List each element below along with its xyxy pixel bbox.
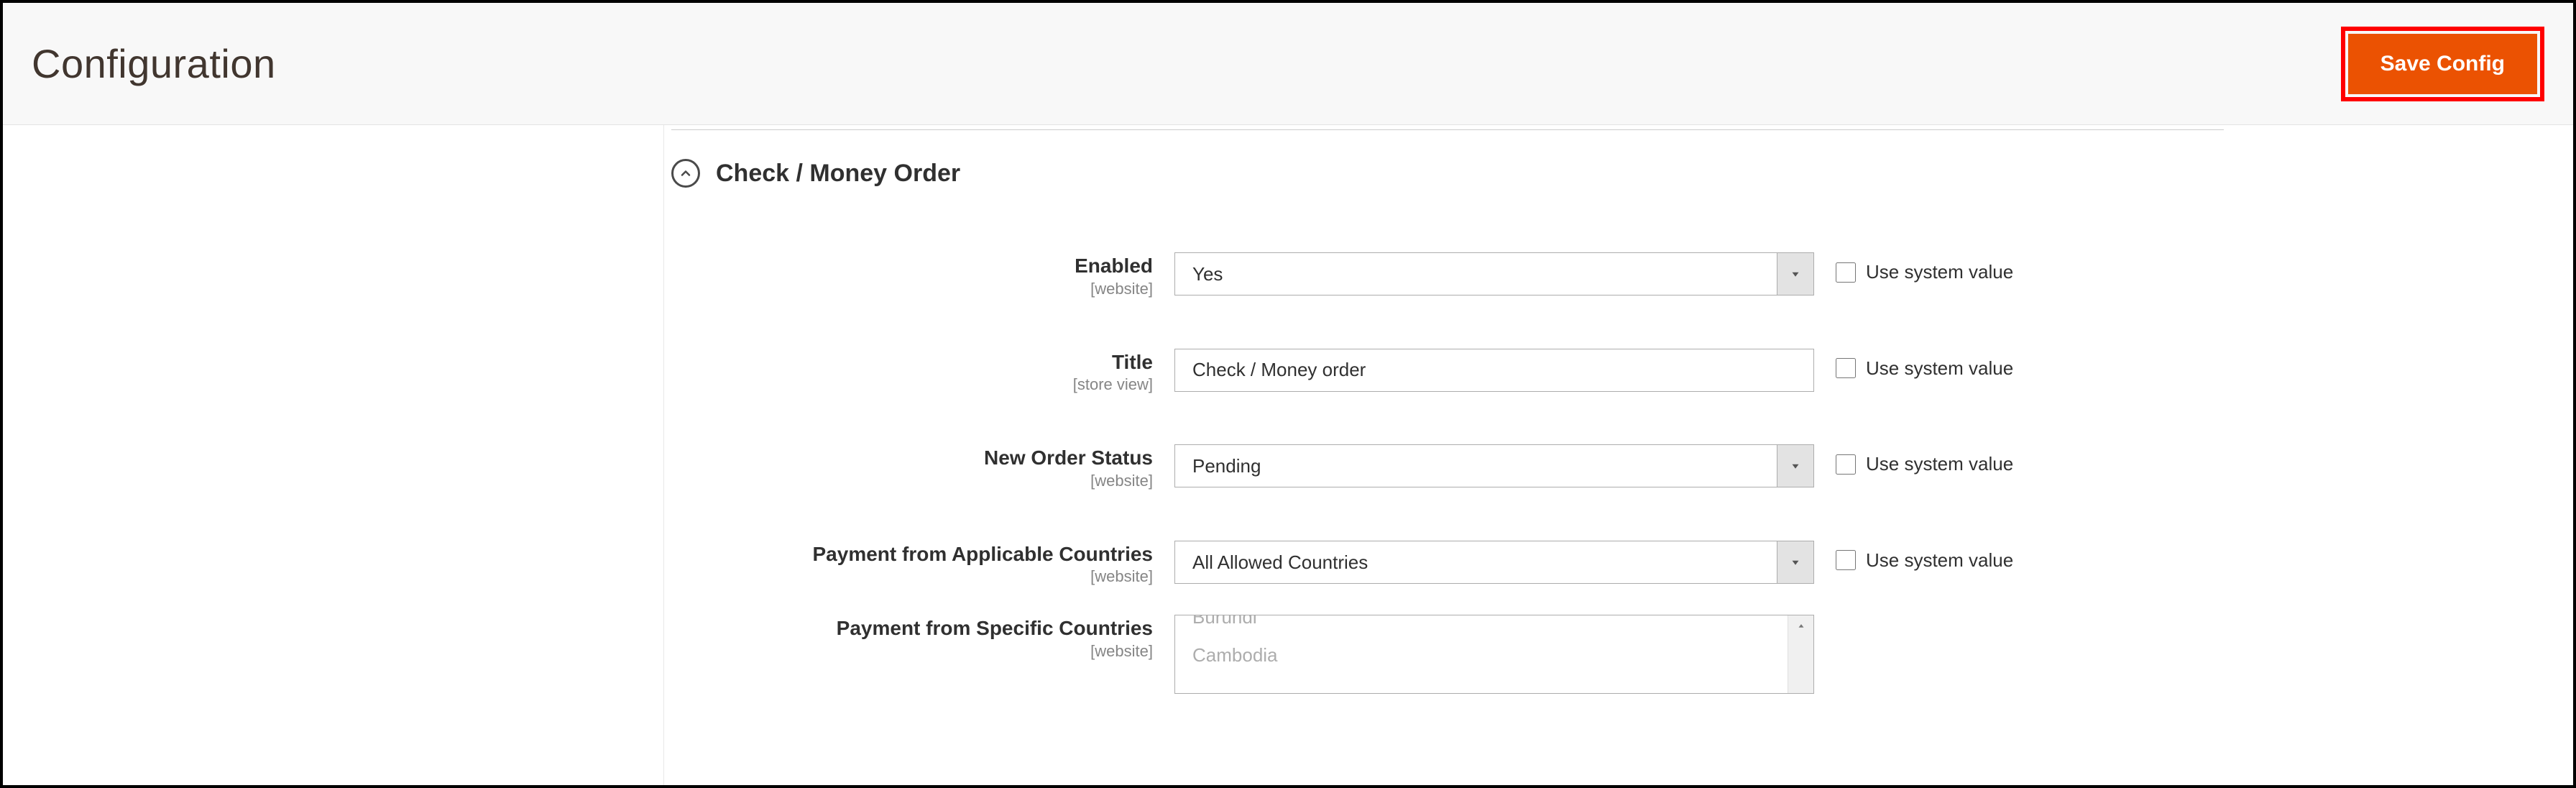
section-toggle-check-money-order[interactable]: Check / Money Order <box>671 159 2530 188</box>
field-label-col: Payment from Applicable Countries [websi… <box>671 541 1153 587</box>
use-system-value-checkbox[interactable] <box>1836 454 1856 475</box>
form-rows: Enabled [website] Yes No <box>671 252 2530 694</box>
save-config-button[interactable]: Save Config <box>2348 34 2537 94</box>
page-title: Configuration <box>32 40 276 87</box>
field-row-applicable-countries: Payment from Applicable Countries [websi… <box>671 541 2530 587</box>
new-order-status-select-wrap: Pending <box>1174 444 1814 487</box>
field-scope: [website] <box>671 472 1153 490</box>
use-system-value-label[interactable]: Use system value <box>1866 549 2013 572</box>
multiselect-scrollbar[interactable] <box>1788 615 1813 693</box>
section-title: Check / Money Order <box>716 160 960 188</box>
config-main: Check / Money Order Enabled [website] Ye… <box>664 125 2573 785</box>
scroll-up-icon <box>1788 615 1813 637</box>
field-label: New Order Status <box>671 446 1153 470</box>
field-row-enabled: Enabled [website] Yes No <box>671 252 2530 298</box>
new-order-status-select[interactable]: Pending <box>1174 444 1814 487</box>
use-system-value-label[interactable]: Use system value <box>1866 261 2013 283</box>
field-scope: [website] <box>671 280 1153 298</box>
field-label-col: Title [store view] <box>671 349 1153 395</box>
use-system-value: Use system value <box>1836 349 2013 380</box>
multiselect-viewport: Burundi Cambodia <box>1175 615 1786 693</box>
use-system-value: Use system value <box>1836 444 2013 475</box>
specific-countries-multiselect[interactable]: Burundi Cambodia <box>1174 615 1814 694</box>
use-system-value-label[interactable]: Use system value <box>1866 453 2013 475</box>
field-row-new-order-status: New Order Status [website] Pending <box>671 444 2530 490</box>
enabled-select[interactable]: Yes No <box>1174 252 1814 296</box>
field-label-col: Payment from Specific Countries [website… <box>671 615 1153 661</box>
field-control: All Allowed Countries Specific Countries <box>1174 541 1814 584</box>
use-system-value: Use system value <box>1836 252 2013 283</box>
field-scope: [store view] <box>671 375 1153 394</box>
field-label: Title <box>671 350 1153 375</box>
use-system-value-label[interactable]: Use system value <box>1866 357 2013 380</box>
use-system-value-checkbox[interactable] <box>1836 358 1856 378</box>
field-row-specific-countries: Payment from Specific Countries [website… <box>671 615 2530 694</box>
field-label-col: Enabled [website] <box>671 252 1153 298</box>
field-label: Enabled <box>671 254 1153 278</box>
field-row-title: Title [store view] Use system value <box>671 349 2530 395</box>
applicable-countries-select[interactable]: All Allowed Countries Specific Countries <box>1174 541 1814 584</box>
section-divider <box>671 129 2224 130</box>
field-scope: [website] <box>671 642 1153 661</box>
field-control <box>1174 349 1814 392</box>
multiselect-option[interactable]: Cambodia <box>1175 636 1786 674</box>
use-system-value: Use system value <box>1836 541 2013 572</box>
page-header: Configuration Save Config <box>3 3 2573 125</box>
use-system-value-checkbox[interactable] <box>1836 262 1856 283</box>
title-input[interactable] <box>1174 349 1814 392</box>
enabled-select-wrap: Yes No <box>1174 252 1814 296</box>
field-control: Burundi Cambodia <box>1174 615 1814 694</box>
body-area: Check / Money Order Enabled [website] Ye… <box>3 125 2573 785</box>
chevron-up-icon <box>671 159 700 188</box>
multiselect-option[interactable]: Burundi <box>1175 615 1786 636</box>
use-system-value-checkbox[interactable] <box>1836 550 1856 570</box>
field-control: Yes No <box>1174 252 1814 296</box>
applicable-countries-select-wrap: All Allowed Countries Specific Countries <box>1174 541 1814 584</box>
field-control: Pending <box>1174 444 1814 487</box>
config-sidebar <box>3 125 664 785</box>
field-label: Payment from Applicable Countries <box>671 542 1153 567</box>
save-button-highlight: Save Config <box>2341 27 2544 101</box>
field-label-col: New Order Status [website] <box>671 444 1153 490</box>
field-label: Payment from Specific Countries <box>671 616 1153 641</box>
field-scope: [website] <box>671 567 1153 586</box>
